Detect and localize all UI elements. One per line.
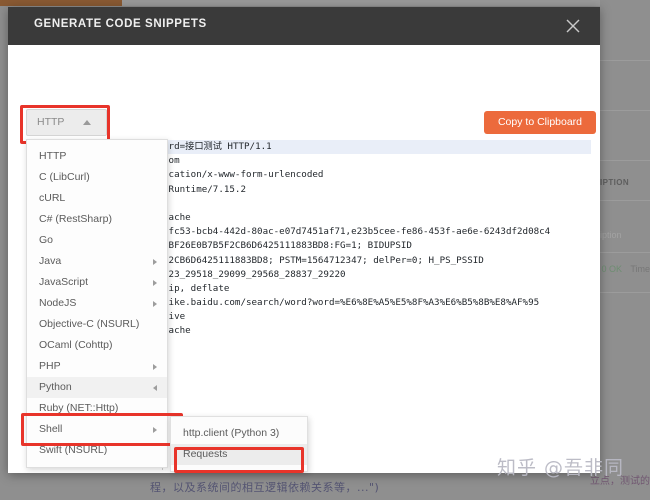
background-divider <box>600 200 650 201</box>
dropdown-item-c-libcurl[interactable]: C (LibCurl) <box>27 167 167 188</box>
code-line: aike.baidu.com/search/word?word=%E6%8E%A… <box>163 297 540 309</box>
modal-body: HTTP Copy to Clipboard ord=接口测试 HTTP/1.1… <box>8 45 600 473</box>
modal-title: GENERATE CODE SNIPPETS <box>34 18 207 30</box>
code-line: cache <box>163 211 191 223</box>
chevron-right-icon <box>153 280 157 286</box>
background-status-ok: 0 OK <box>601 264 622 274</box>
background-time-label: Time <box>630 264 650 274</box>
dropdown-item-label: Shell <box>39 423 63 435</box>
code-line: ord=接口测试 HTTP/1.1 <box>163 140 591 155</box>
language-dropdown-menu[interactable]: HTTP C (LibCurl) cURL C# (RestSharp) Go Java J… <box>26 139 168 468</box>
background-divider <box>600 252 650 253</box>
dropdown-item-python[interactable]: Python <box>27 377 167 398</box>
caret-up-icon <box>83 120 91 125</box>
dropdown-item-java[interactable]: Java <box>27 251 167 272</box>
submenu-item-requests[interactable]: Requests <box>171 444 307 465</box>
dropdown-item-ruby-net-http[interactable]: Ruby (NET::Http) <box>27 398 167 419</box>
chevron-right-icon <box>153 259 157 265</box>
dropdown-item-nodejs[interactable]: NodeJS <box>27 293 167 314</box>
modal-header: GENERATE CODE SNIPPETS <box>8 7 600 45</box>
code-line: 523_29518_29099_29568_28837_29220 <box>163 268 346 280</box>
background-divider <box>600 110 650 111</box>
watermark: 知乎 @吾非同 <box>497 457 625 479</box>
copy-to-clipboard-button[interactable]: Copy to Clipboard <box>484 111 596 134</box>
dropdown-item-label: cURL <box>39 192 66 204</box>
background-top-gray-bar <box>122 0 650 6</box>
code-line: 2BF26E0B7B5F2CB6D6425111883BD8:FG=1; BID… <box>163 240 412 252</box>
dropdown-item-label: Objective-C (NSURL) <box>39 318 140 330</box>
dropdown-item-curl[interactable]: cURL <box>27 188 167 209</box>
dropdown-item-label: JavaScript <box>39 276 89 288</box>
dropdown-item-label: Python <box>39 381 72 393</box>
background-top-orange-bar <box>0 0 122 6</box>
dropdown-item-label: Go <box>39 234 54 246</box>
dropdown-item-label: HTTP <box>39 150 67 162</box>
dropdown-item-shell[interactable]: Shell <box>27 419 167 440</box>
code-line: ication/x-www-form-urlencoded <box>163 169 324 181</box>
submenu-item-http-client-python-3[interactable]: http.client (Python 3) <box>171 423 307 444</box>
code-line: cache <box>163 325 191 337</box>
language-select-button[interactable]: HTTP <box>26 109 107 136</box>
dropdown-item-label: Java <box>39 255 62 267</box>
dropdown-item-javascript[interactable]: JavaScript <box>27 272 167 293</box>
chevron-right-icon <box>153 427 157 433</box>
dropdown-item-swift-nsurl[interactable]: Swift (NSURL) <box>27 440 167 461</box>
chevron-right-icon <box>153 385 157 391</box>
dropdown-item-http[interactable]: HTTP <box>27 146 167 167</box>
dropdown-item-label: Ruby (NET::Http) <box>39 402 119 414</box>
dropdown-item-label: OCaml (Cohttp) <box>39 339 113 351</box>
copy-to-clipboard-label: Copy to Clipboard <box>497 116 583 128</box>
code-line: nRuntime/7.15.2 <box>163 183 246 195</box>
dropdown-item-go[interactable]: Go <box>27 230 167 251</box>
dropdown-item-label: PHP <box>39 360 61 372</box>
background-divider <box>600 160 650 161</box>
code-line: F2CB6D6425111883BD8; PSTM=1564712347; de… <box>163 254 484 266</box>
code-line: zip, deflate <box>163 282 230 294</box>
dropdown-item-objective-c-nsurl[interactable]: Objective-C (NSURL) <box>27 314 167 335</box>
code-line: 6fc53-bcb4-442d-80ac-e07d7451af71,e23b5c… <box>163 226 551 238</box>
close-icon[interactable] <box>562 15 584 37</box>
dropdown-item-label: C (LibCurl) <box>39 171 90 183</box>
code-line: com <box>163 155 180 167</box>
background-description-cell: iption <box>600 230 622 240</box>
background-description-header: IPTION <box>600 178 630 187</box>
dropdown-item-label: Swift (NSURL) <box>39 444 108 456</box>
background-divider <box>600 292 650 293</box>
dropdown-item-ocaml-cohttp[interactable]: OCaml (Cohttp) <box>27 335 167 356</box>
language-select-value: HTTP <box>37 116 65 128</box>
dropdown-item-php[interactable]: PHP <box>27 356 167 377</box>
background-right-column <box>600 0 650 500</box>
background-bottom-text: 程，以及系统间的相互逻辑依赖关系等，...") <box>150 481 380 494</box>
chevron-right-icon <box>153 364 157 370</box>
dropdown-item-label: C# (RestSharp) <box>39 213 112 225</box>
dropdown-item-label: NodeJS <box>39 297 77 309</box>
generate-code-snippets-modal: GENERATE CODE SNIPPETS HTTP Copy to Clip… <box>8 7 600 473</box>
chevron-right-icon <box>153 301 157 307</box>
background-divider <box>600 60 650 61</box>
python-submenu[interactable]: http.client (Python 3) Requests <box>170 416 308 472</box>
code-line: live <box>163 311 186 323</box>
code-snippet-text: ord=接口测试 HTTP/1.1 com ication/x-www-form-u… <box>163 140 591 339</box>
dropdown-item-c-restsharp[interactable]: C# (RestSharp) <box>27 209 167 230</box>
